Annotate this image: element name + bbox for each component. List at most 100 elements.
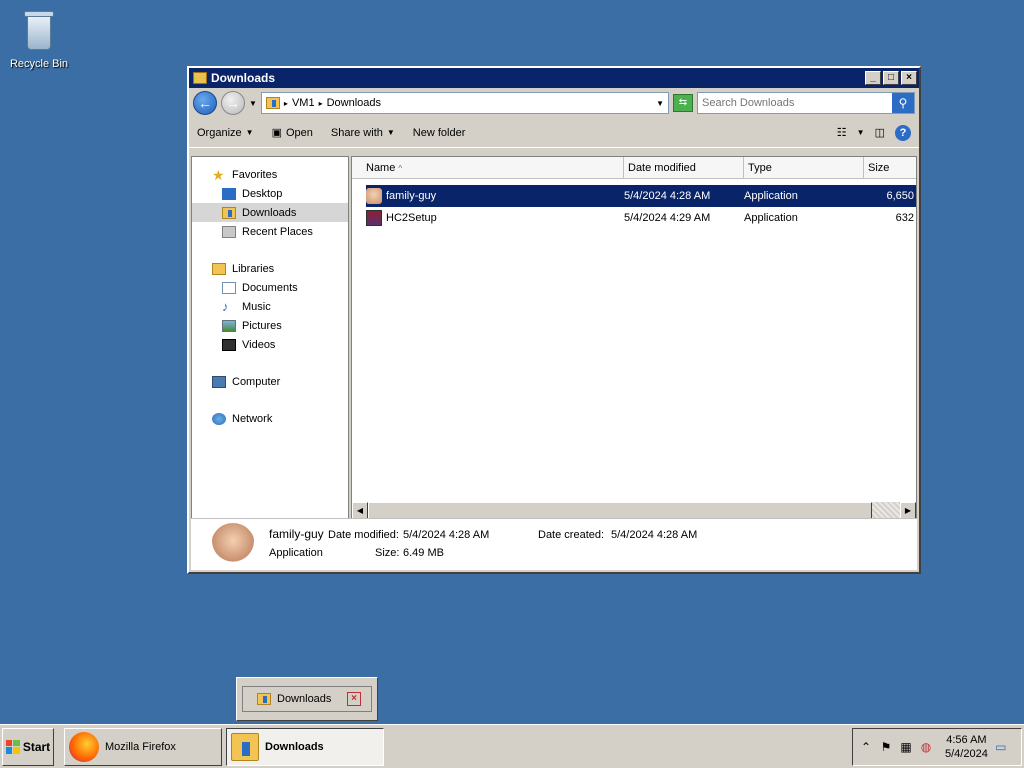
back-button[interactable]: ←	[193, 91, 217, 115]
installer-icon	[366, 210, 382, 226]
action-center-flag-icon[interactable]: ⚑	[879, 740, 893, 754]
nav-item-recent-places[interactable]: Recent Places	[192, 222, 348, 241]
maximize-button[interactable]: □	[883, 71, 899, 85]
column-header-name[interactable]: Name ^	[352, 157, 624, 178]
content-area: ★ Favorites Desktop Downloads Recent Plac…	[191, 156, 917, 520]
volume-muted-icon[interactable]: ◍	[919, 740, 933, 754]
search-input[interactable]	[698, 97, 892, 109]
network-icon	[212, 412, 226, 425]
window-titlebar[interactable]: Downloads _ □ ×	[189, 68, 919, 88]
address-bar-row: ← → ▼ ▸ VM1 ▸ Downloads ▼ ⇆ ⚲	[189, 88, 919, 118]
nav-item-music[interactable]: ♪ Music	[192, 297, 348, 316]
forward-button[interactable]: →	[221, 91, 245, 115]
details-date-created: 5/4/2024 4:28 AM	[611, 529, 698, 541]
music-icon: ♪	[222, 298, 229, 314]
nav-favorites[interactable]: ★ Favorites	[192, 165, 348, 184]
recycle-bin-desktop-icon[interactable]: Recycle Bin	[6, 6, 72, 70]
refresh-button[interactable]: ⇆	[673, 94, 693, 112]
chevron-right-icon: ▸	[283, 98, 288, 108]
downloads-folder-icon	[257, 693, 271, 705]
details-pane: family-guy Date modified: 5/4/2024 4:28 …	[191, 518, 917, 570]
horizontal-scrollbar[interactable]: ◀ ▶	[352, 502, 916, 519]
organize-menu[interactable]: Organize ▼	[197, 127, 254, 139]
address-dropdown-icon[interactable]: ▼	[656, 99, 664, 108]
column-header-size[interactable]: Size	[864, 157, 916, 178]
details-file-name: family-guy	[269, 527, 324, 541]
recent-pages-chevron-icon[interactable]: ▼	[249, 99, 257, 108]
show-hidden-icons-icon[interactable]: ⌃	[859, 740, 873, 754]
start-button[interactable]: Start	[2, 727, 54, 766]
column-header-date[interactable]: Date modified	[624, 157, 744, 178]
taskbar-thumbnail-popup: Downloads ×	[236, 677, 378, 721]
details-date-modified-label: Date modified:	[328, 529, 399, 541]
column-header-row: Name ^ Date modified Type Size	[352, 157, 916, 179]
desktop-icon	[222, 187, 236, 200]
taskbar-item-firefox[interactable]: Mozilla Firefox	[64, 727, 222, 766]
recycle-bin-label: Recycle Bin	[9, 58, 69, 70]
minimize-button[interactable]: _	[865, 71, 881, 85]
search-icon[interactable]: ⚲	[892, 93, 914, 113]
nav-item-videos[interactable]: Videos	[192, 335, 348, 354]
close-icon[interactable]: ×	[347, 692, 361, 706]
pictures-icon	[222, 319, 236, 332]
taskbar: Start Mozilla Firefox Downloads ⌃ ⚑ ▦ ◍ …	[0, 724, 1024, 768]
nav-item-desktop[interactable]: Desktop	[192, 184, 348, 203]
share-with-menu[interactable]: Share with ▼	[331, 127, 395, 139]
file-row[interactable]: family-guy 5/4/2024 4:28 AM Application …	[366, 185, 916, 207]
sort-up-icon: ^	[398, 164, 403, 173]
nav-item-documents[interactable]: Documents	[192, 278, 348, 297]
scrollbar-thumb[interactable]	[368, 502, 872, 519]
downloads-folder-icon	[265, 97, 280, 109]
nav-libraries[interactable]: Libraries	[192, 259, 348, 278]
popup-item-downloads[interactable]: Downloads ×	[242, 686, 372, 712]
application-icon	[366, 188, 382, 204]
command-bar: Organize ▼ ▣ Open Share with ▼ New folder ☷…	[189, 118, 919, 148]
taskbar-item-downloads[interactable]: Downloads	[226, 727, 384, 766]
new-folder-button[interactable]: New folder	[413, 127, 466, 139]
windows-logo-icon	[5, 739, 20, 754]
details-date-created-label: Date created:	[538, 529, 605, 541]
videos-icon	[222, 338, 236, 351]
file-list: Name ^ Date modified Type Size family-gu…	[351, 156, 917, 520]
nav-item-pictures[interactable]: Pictures	[192, 316, 348, 335]
firefox-icon	[69, 731, 99, 762]
open-button[interactable]: ▣ Open	[271, 126, 313, 140]
star-icon: ★	[212, 166, 225, 183]
file-thumbnail	[211, 523, 255, 567]
breadcrumb-downloads[interactable]: Downloads	[327, 97, 653, 109]
close-button[interactable]: ×	[901, 71, 917, 85]
breadcrumb-vm1[interactable]: VM1	[292, 97, 315, 109]
scroll-left-icon[interactable]: ◀	[352, 502, 368, 519]
column-header-type[interactable]: Type	[744, 157, 864, 178]
details-size-label: Size:	[375, 547, 400, 559]
search-box: ⚲	[697, 92, 915, 114]
navigation-pane: ★ Favorites Desktop Downloads Recent Plac…	[191, 156, 349, 520]
recycle-bin-icon	[19, 6, 59, 54]
details-size: 6.49 MB	[403, 547, 444, 559]
clock[interactable]: 4:56 AM 5/4/2024	[945, 733, 988, 761]
computer-icon	[212, 375, 226, 388]
address-box[interactable]: ▸ VM1 ▸ Downloads ▼	[260, 92, 669, 114]
help-icon[interactable]: ?	[895, 124, 911, 141]
nav-item-downloads[interactable]: Downloads	[192, 203, 348, 222]
chevron-right-icon: ▸	[318, 98, 323, 108]
details-type: Application	[269, 547, 323, 559]
window-title: Downloads	[211, 71, 276, 85]
view-options-chevron-icon[interactable]: ▼	[857, 128, 865, 137]
scroll-right-icon[interactable]: ▶	[900, 502, 916, 519]
network-tray-icon[interactable]: ▦	[899, 740, 913, 754]
preview-pane-icon[interactable]: ◫	[875, 126, 885, 139]
chevron-down-icon: ▼	[245, 128, 254, 137]
nav-network[interactable]: Network	[192, 409, 348, 428]
downloads-folder-icon	[231, 732, 259, 761]
file-row[interactable]: HC2Setup 5/4/2024 4:29 AM Application 63…	[366, 207, 916, 229]
show-desktop-icon[interactable]: ▭	[994, 740, 1008, 754]
nav-computer[interactable]: Computer	[192, 372, 348, 391]
downloads-folder-icon	[222, 206, 236, 219]
recent-places-icon	[222, 225, 236, 238]
window-icon: ▣	[271, 127, 282, 139]
libraries-icon	[212, 262, 226, 275]
explorer-window: Downloads _ □ × ← → ▼ ▸ VM1 ▸ Downloads …	[187, 66, 921, 574]
chevron-down-icon: ▼	[386, 128, 395, 137]
change-view-icon[interactable]: ☷	[837, 126, 847, 139]
